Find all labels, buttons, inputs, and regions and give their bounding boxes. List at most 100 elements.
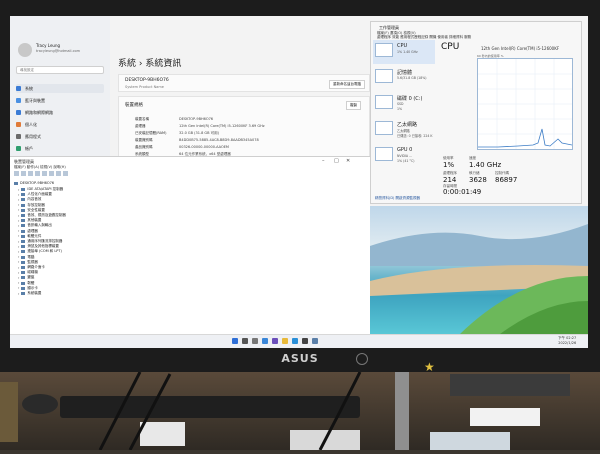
perf-item-disk[interactable]: 磁碟 0 (C:) SSD 1% [373, 92, 435, 116]
apps-icon [16, 134, 21, 139]
device-category-icon [21, 229, 26, 233]
widgets-icon[interactable] [262, 338, 268, 344]
device-category-icon [21, 198, 26, 202]
nav-item-bluetooth[interactable]: 藍牙與裝置 [16, 96, 104, 105]
footer-links[interactable]: 精簡資料(D) 開啟資源監視器 [375, 196, 420, 201]
brush-icon [16, 122, 21, 127]
disk-graph-thumb [375, 95, 393, 109]
stat-value: 0:00:01:49 [443, 188, 482, 196]
device-category-icon [21, 219, 26, 223]
device-category-icon [21, 203, 26, 207]
device-category-icon [21, 292, 26, 295]
edge-icon[interactable] [292, 338, 298, 344]
nav-item-system[interactable]: 系統 [16, 84, 104, 93]
spec-row: 產品識別碼 00326-00000-00000-AAOEM [135, 145, 229, 149]
nav-item-network[interactable]: 網路和網際網路 [16, 108, 104, 117]
folder-icon[interactable] [282, 338, 288, 344]
tree-root[interactable]: DESKTOP-9BH6O76 [14, 181, 54, 185]
monitor-logo: ASUS [281, 352, 319, 365]
landscape-image [370, 224, 588, 334]
device-category-icon [21, 255, 26, 259]
device-category-icon [21, 245, 26, 249]
settings-app-icon[interactable] [312, 338, 318, 344]
maximize-icon[interactable]: □ [334, 158, 339, 164]
device-category-icon [21, 286, 26, 290]
desk-scene [0, 371, 570, 451]
stat-value: 86897 [495, 176, 518, 184]
perf-item-gpu[interactable]: GPU 0 NVIDIA ... 1% (41 °C) [373, 144, 435, 168]
device-category-icon [21, 266, 26, 269]
perf-item-cpu[interactable]: CPU 1% 1.40 GHz [373, 40, 435, 64]
spec-title: 裝置規格 [125, 103, 143, 108]
device-category-icon [21, 240, 26, 243]
device-category-icon [21, 234, 26, 238]
spec-row: 處理器 12th Gen Intel(R) Core(TM) i5-12600KF… [135, 124, 265, 128]
task-manager-window: 工作管理員 檔案(F) 選項(O) 檢視(V) 處理程序 效能 應用程式歷程記錄… [370, 21, 582, 204]
spec-row: 裝置識別碼 B4DD0B75-5885-4AC8-B8D9-8AADB345A07… [135, 138, 259, 142]
stat-value: 1% [443, 161, 455, 169]
computer-icon [14, 181, 18, 185]
performance-sidebar: CPU 1% 1.40 GHz 記憶體 5.6/31.8 GB (18%) 磁碟… [373, 40, 435, 190]
close-icon[interactable]: ✕ [346, 158, 350, 164]
chat-icon[interactable] [272, 338, 278, 344]
menu-bar[interactable]: 檔案(F) 動作(A) 檢視(V) 說明(H) [14, 165, 66, 170]
stat-value: 1.40 GHz [469, 161, 502, 169]
clock[interactable]: 下午 02:27 2022/1/26 [558, 336, 576, 345]
device-manager-window: 裝置管理員 ✕ □ – 檔案(F) 動作(A) 檢視(V) 說明(H) DESK… [10, 156, 370, 348]
rename-button[interactable]: 重新命名這台電腦 [329, 80, 365, 89]
device-name: DESKTOP-9BH6O76 [125, 78, 169, 83]
ethernet-graph-thumb [375, 121, 393, 135]
bluetooth-icon [16, 98, 21, 103]
device-category-icon [21, 214, 26, 217]
gpu-graph-thumb [375, 147, 393, 161]
tree-item[interactable]: › 系統裝置 [18, 291, 41, 296]
taskbar [10, 334, 588, 348]
device-card: DESKTOP-9BH6O76 System Product Name 重新命名… [118, 74, 370, 92]
power-button-icon[interactable] [356, 353, 368, 365]
device-category-icon [21, 260, 26, 264]
cpu-heading: CPU [441, 42, 460, 52]
network-icon [16, 110, 21, 115]
store-icon[interactable] [302, 338, 308, 344]
settings-sidebar: Tracy Leung tracyleung@hotmail.com 尋找設定 … [10, 16, 110, 171]
device-category-icon [21, 271, 26, 275]
search-icon[interactable] [242, 338, 248, 344]
minimize-icon[interactable]: – [322, 158, 325, 164]
account-icon [16, 146, 21, 151]
cpu-graph-thumb [375, 43, 393, 57]
stat-value: 3628 [469, 176, 487, 184]
perf-item-memory[interactable]: 記憶體 5.6/31.8 GB (18%) [373, 66, 435, 90]
user-name: Tracy Leung [36, 43, 61, 48]
search-input[interactable]: 尋找設定 [16, 66, 104, 74]
star-decoration: ★ [424, 360, 435, 374]
cpu-usage-line [478, 59, 573, 149]
user-email: tracyleung@hotmail.com [36, 49, 81, 53]
cpu-usage-graph [477, 58, 573, 150]
nav-item-apps[interactable]: 應用程式 [16, 132, 104, 141]
spec-row: 裝置名稱 DESKTOP-9BH6O76 [135, 117, 214, 121]
settings-window: Tracy Leung tracyleung@hotmail.com 尋找設定 … [10, 16, 370, 171]
device-category-icon [21, 281, 26, 285]
device-category-icon [21, 224, 26, 228]
perf-item-ethernet[interactable]: 乙太網路 乙太網路 已傳送: 0 已接收: 224 K [373, 118, 435, 142]
memory-graph-thumb [375, 69, 393, 83]
system-icon [16, 86, 21, 91]
desk [0, 371, 600, 451]
copy-button[interactable]: 複製 [346, 101, 361, 110]
task-view-icon[interactable] [252, 338, 258, 344]
device-category-icon [21, 188, 26, 191]
stat-value: 214 [443, 176, 457, 184]
desktop-wallpaper [370, 206, 588, 334]
spec-row: 已安裝記憶體(RAM) 32.0 GB (31.8 GB 可用) [135, 131, 219, 135]
nav-item-accounts[interactable]: 帳戶 [16, 144, 104, 153]
cpu-model: 12th Gen Intel(R) Core(TM) i5-12600KF [481, 46, 560, 51]
page-title: 系統 › 系統資訊 [118, 59, 182, 69]
avatar [18, 43, 32, 57]
device-category-icon [21, 250, 26, 254]
toolbar[interactable] [14, 171, 134, 177]
start-icon[interactable] [232, 338, 238, 344]
device-category-icon [21, 193, 26, 197]
device-category-icon [21, 208, 26, 212]
screen: Tracy Leung tracyleung@hotmail.com 尋找設定 … [10, 16, 588, 348]
nav-item-personalization[interactable]: 個人化 [16, 120, 104, 129]
